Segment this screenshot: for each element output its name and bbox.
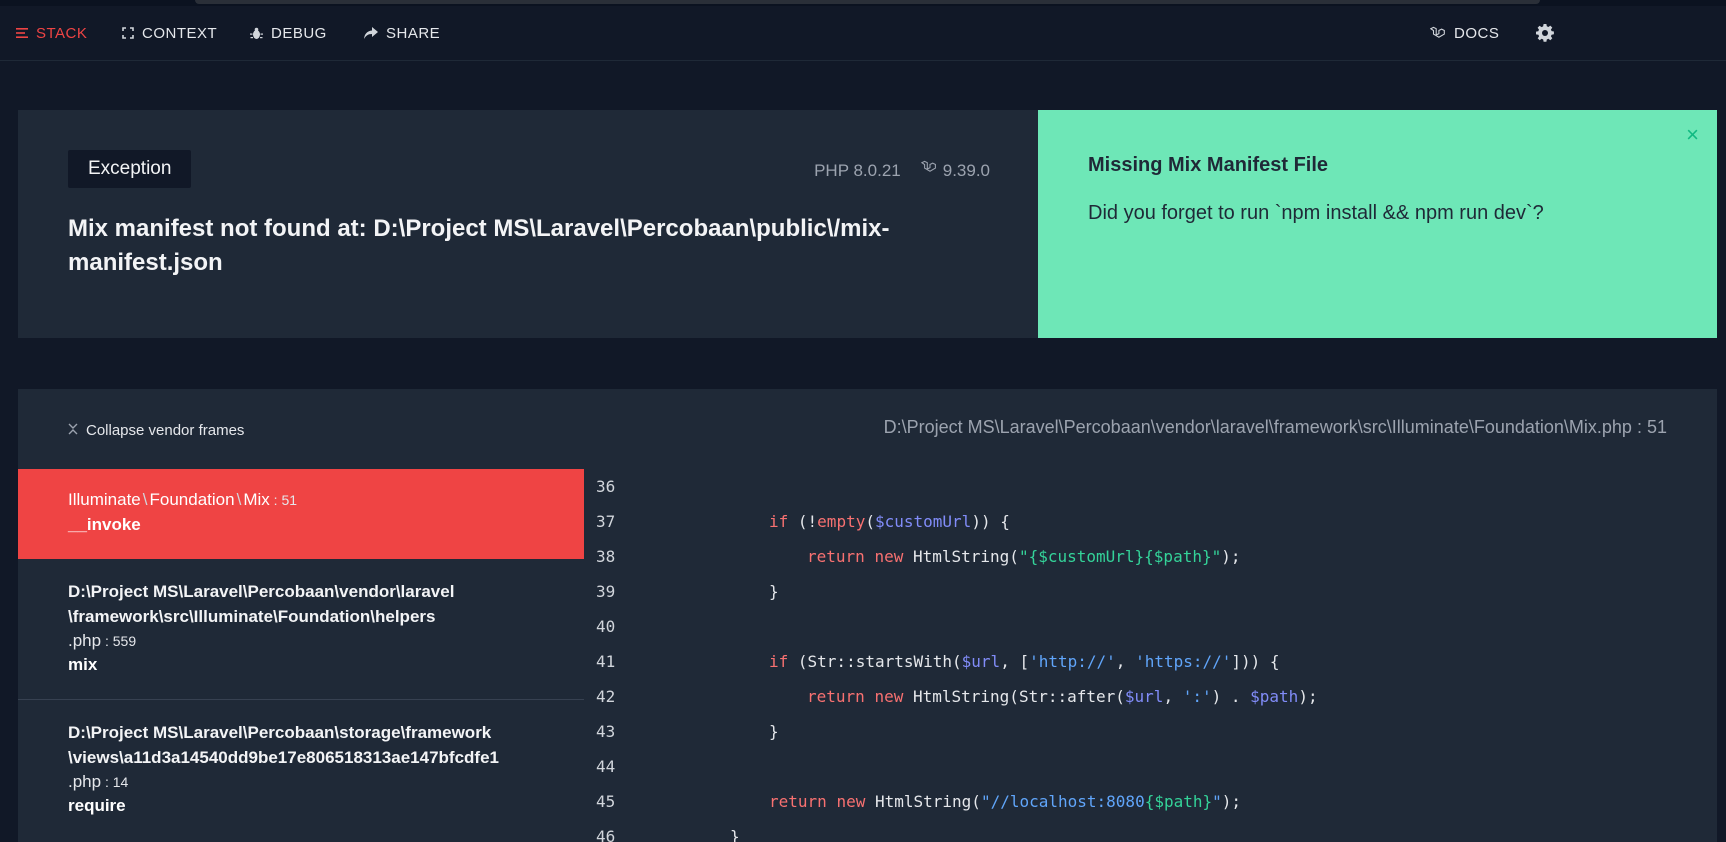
frame-method: require [68,796,126,815]
code-text: if (Str::startsWith($url, ['http://', 'h… [769,652,1280,671]
code-text: return new HtmlString("//localhost:8080{… [769,792,1242,811]
stack-frames-panel: Collapse vendor frames Illuminate \ Founda… [18,389,584,842]
code-line: 39} [584,574,1717,609]
file-ext: .php [1596,417,1632,437]
expand-icon [122,27,134,39]
code-text: return new HtmlString("{$customUrl}{$pat… [807,547,1241,566]
code-line: 41 if (Str::startsWith($url, ['http://', … [584,644,1717,679]
code-text: if (!empty($customUrl)) { [769,512,1010,531]
nav-share[interactable]: SHARE [364,6,440,60]
laravel-version: 9.39.0 [942,160,990,180]
line-number: 37 [596,512,616,531]
exception-card: Exception PHP 8.0.21 9.39.0 Mix manifest… [18,110,1038,338]
exception-message: Mix manifest not found at: D:\Project MS… [68,215,890,276]
version-info: PHP 8.0.21 9.39.0 [814,160,990,181]
frame-class-part: Mix [243,490,270,509]
frame-ext: .php [68,631,102,650]
nav-debug-label: DEBUG [271,24,327,42]
frame-line-number: 559 [112,633,137,649]
laravel-version-wrap: 9.39.0 [920,160,990,181]
close-solution-button[interactable]: × [1686,124,1699,146]
namespace-separator: \ [236,490,242,509]
file-line-prefix: : [1631,417,1647,437]
line-number: 40 [596,617,616,636]
frame-path-line-2: \framework\src\Illuminate\Foundation\hel… [68,607,436,626]
frame-path-line-2: \views\a11d3a14540dd9be17e806518313ae147… [68,748,499,767]
laravel-icon [1430,25,1446,41]
line-number: 41 [596,652,616,671]
line-number: 44 [596,757,616,776]
list-icon [16,27,28,39]
solution-panel: × Missing Mix Manifest File Did you forg… [1038,110,1717,338]
nav-share-label: SHARE [386,24,441,42]
frame-class-part: Foundation [149,490,235,509]
frame-file-ext: .php : 14 [68,770,584,794]
nav-stack-label: STACK [36,24,88,42]
collapse-label: Collapse vendor frames [86,421,245,439]
code-snippet-panel: D:\Project MS\Laravel\Percobaan\vendor\l… [584,389,1717,842]
code-lines: 36 37 if (!empty($customUrl)) { 38 return … [584,469,1717,842]
nav-docs-label: DOCS [1454,24,1500,42]
line-number: 45 [596,792,616,811]
stack-frame[interactable]: D:\Project MS\Laravel\Percobaan\storage\… [18,699,584,842]
nav-stack[interactable]: STACK [16,6,87,60]
code-text: } [730,827,740,842]
frame-line-number: 14 [112,774,129,790]
frame-method: mix [68,655,98,674]
code-line: 37 if (!empty($customUrl)) { [584,504,1717,539]
gear-icon [1536,24,1554,42]
solution-description: Did you forget to run `npm install && np… [1088,202,1544,224]
frame-line-number: 51 [281,492,298,508]
file-path-text: D:\Project MS\Laravel\Percobaan\vendor\l… [883,417,1597,437]
code-text: return new HtmlString(Str::after($url, '… [807,687,1318,706]
stack-frame[interactable]: Illuminate \ Foundation \ Mix : 51 __invoke [18,469,584,559]
code-text: } [769,582,779,601]
code-line: 42 return new HtmlString(Str::after($url,… [584,679,1717,714]
nav-context[interactable]: CONTEXT [122,6,217,60]
scroll-bar[interactable] [195,0,1540,4]
frame-ext: .php [68,772,102,791]
stack-frame[interactable]: D:\Project MS\Laravel\Percobaan\vendor\l… [18,559,584,699]
frame-line-prefix: : [101,774,113,790]
php-version: PHP 8.0.21 [814,160,901,180]
frame-line-prefix: : [269,492,282,508]
line-number: 42 [596,687,616,706]
file-path[interactable]: D:\Project MS\Laravel\Percobaan\vendor\l… [884,417,1667,438]
file-line-number: 51 [1646,417,1667,437]
code-line: 45 return new HtmlString("//localhost:808… [584,784,1717,819]
bug-icon [250,27,263,40]
exception-type-badge: Exception [68,150,192,188]
nav-docs[interactable]: DOCS [1430,6,1499,60]
namespace-separator: \ [142,490,148,509]
frame-path-line-1: D:\Project MS\Laravel\Percobaan\storage\… [68,723,492,742]
line-number: 43 [596,722,616,741]
nav-context-label: CONTEXT [142,24,218,42]
nav-debug[interactable]: DEBUG [250,6,327,60]
frame-class-part: Illuminate [68,490,141,509]
line-number: 36 [596,477,616,496]
line-number: 39 [596,582,616,601]
frame-path-line-1: D:\Project MS\Laravel\Percobaan\vendor\l… [68,582,455,601]
laravel-icon [920,160,937,181]
code-line: 44 [584,749,1717,784]
code-line: 38 return new HtmlString("{$customUrl}{$p… [584,539,1717,574]
frame-class: Illuminate \ Foundation \ Mix : 51 [68,487,584,513]
frame-file-ext: .php : 559 [68,629,584,653]
line-number: 38 [596,547,616,566]
code-text: } [769,722,779,741]
collapse-icon [68,423,78,438]
code-line: 46} [584,819,1717,842]
code-line: 40 [584,609,1717,644]
code-line: 36 [584,469,1717,504]
code-line: 43} [584,714,1717,749]
frame-method: __invoke [68,515,141,534]
settings-button[interactable] [1536,6,1554,60]
frame-line-prefix: : [101,633,113,649]
top-navigation: STACK CONTEXT DEBUG SHARE DOCS [0,6,1726,61]
collapse-vendor-frames-button[interactable]: Collapse vendor frames [68,415,244,445]
solution-title: Missing Mix Manifest File [1088,154,1329,176]
share-icon [364,27,378,39]
line-number: 46 [596,827,616,842]
